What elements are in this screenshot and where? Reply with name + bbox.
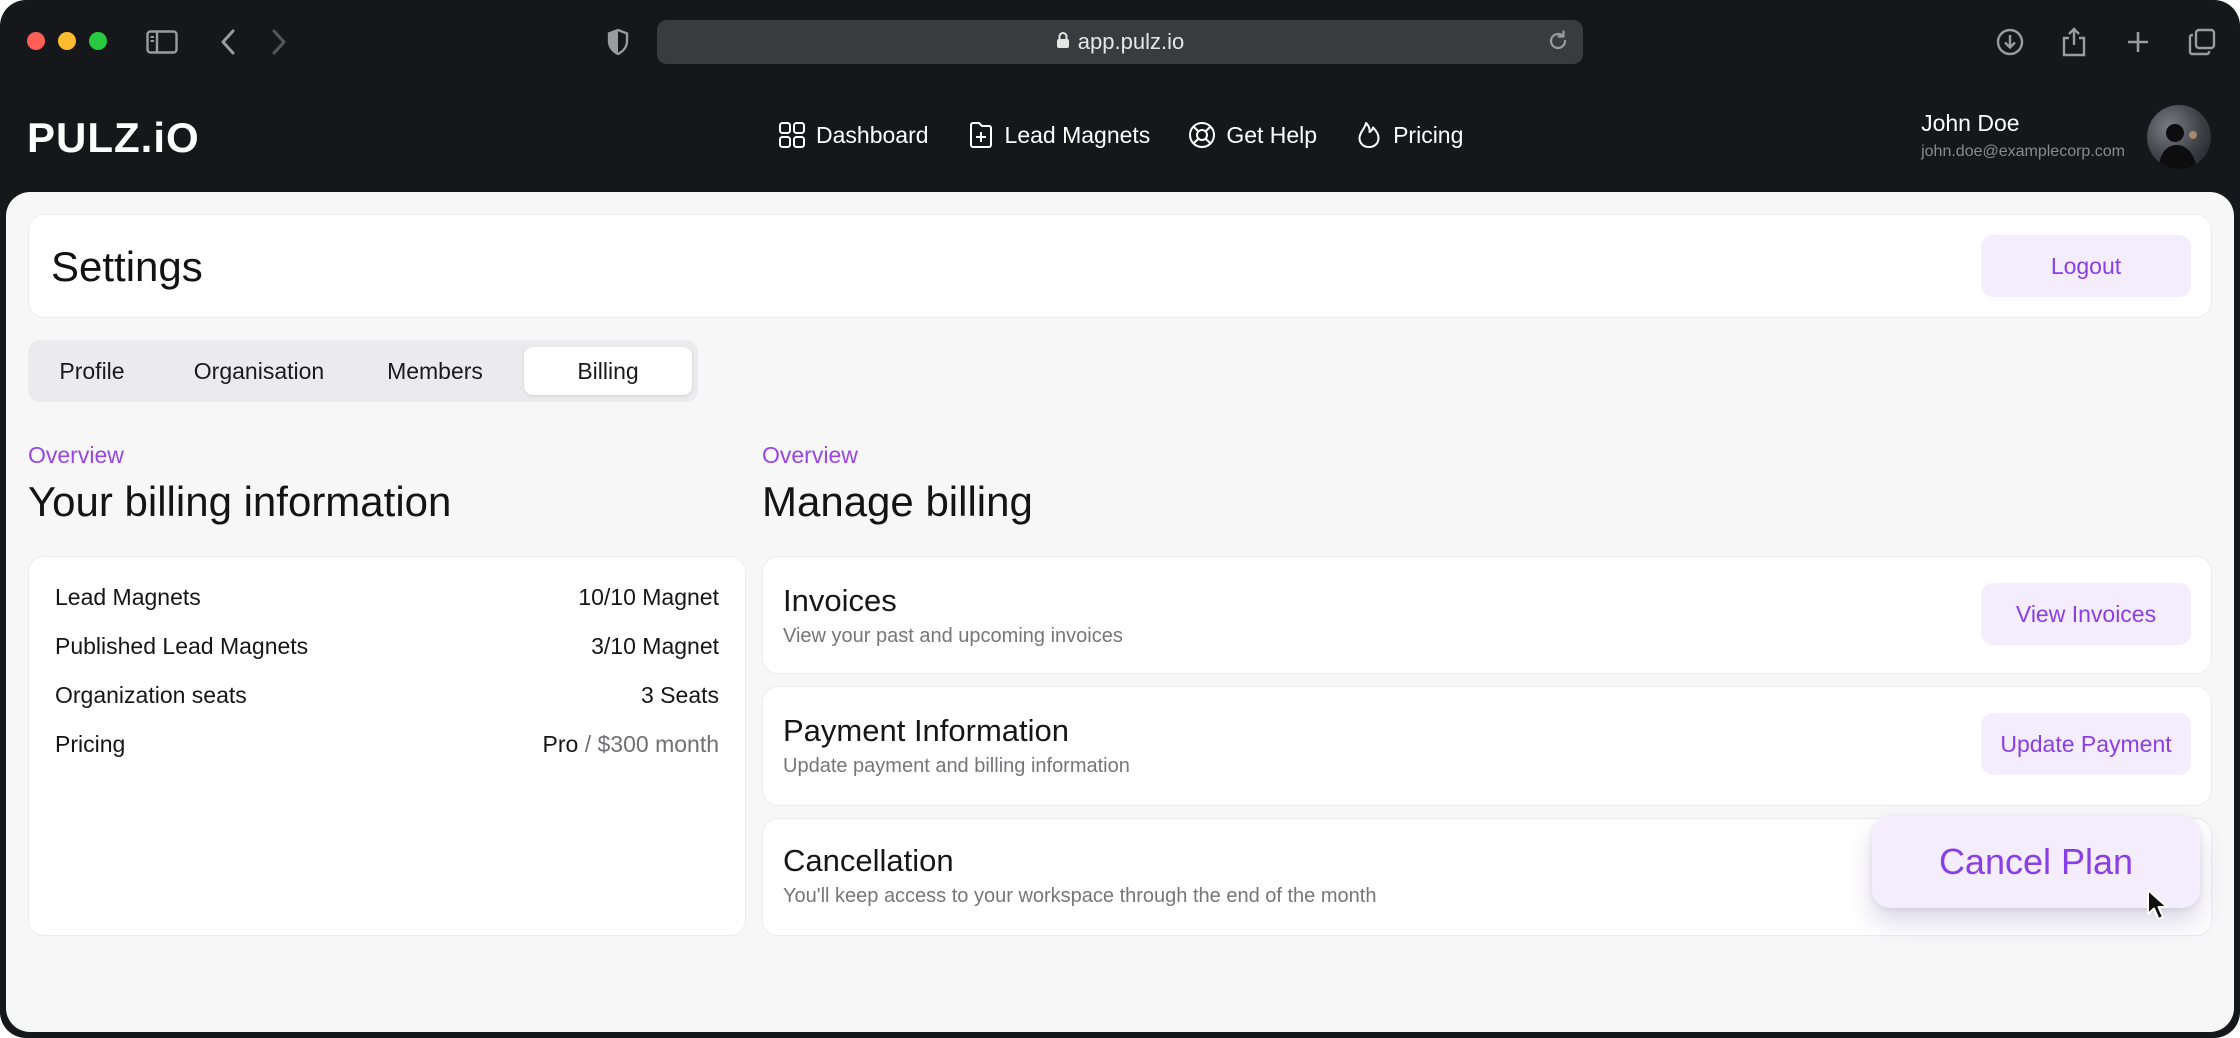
maximize-window-button[interactable] <box>89 32 107 50</box>
payment-information-description: Update payment and billing information <box>783 755 1130 777</box>
billing-row-value: Pro / $300 month <box>543 731 719 758</box>
page-title: Settings <box>51 243 203 290</box>
tab-members[interactable]: Members <box>368 347 502 395</box>
settings-header-card: Settings Logout <box>28 214 2212 318</box>
tab-organisation[interactable]: Organisation <box>180 347 338 395</box>
main-nav: Dashboard Lead Magnets Get Help Pricing <box>778 121 1501 149</box>
billing-row-value: 3/10 Magnet <box>591 632 719 659</box>
nav-lead-magnets-label: Lead Magnets <box>1004 121 1151 148</box>
billing-row-organization-seats: Organization seats 3 Seats <box>55 675 719 715</box>
cancellation-title: Cancellation <box>783 843 954 878</box>
user-name: John Doe <box>1921 110 2020 136</box>
close-window-button[interactable] <box>27 32 45 50</box>
nav-pricing[interactable]: Pricing <box>1355 121 1463 149</box>
download-icon[interactable] <box>1992 24 2028 60</box>
billing-row-label: Pricing <box>55 730 126 757</box>
user-email: john.doe@examplecorp.com <box>1921 143 2125 160</box>
logout-button[interactable]: Logout <box>1981 235 2191 297</box>
manage-billing-eyebrow: Overview <box>762 442 858 468</box>
billing-row-lead-magnets: Lead Magnets 10/10 Magnet <box>55 577 719 617</box>
sidebar-icon[interactable] <box>144 24 180 60</box>
back-icon[interactable] <box>210 24 246 60</box>
logo[interactable]: PULZ.iO <box>27 114 200 162</box>
mouse-cursor-icon <box>2146 888 2172 927</box>
plan-name: Pro <box>542 730 579 757</box>
billing-row-published-lead-magnets: Published Lead Magnets 3/10 Magnet <box>55 626 719 666</box>
user-info[interactable]: John Doe john.doe@examplecorp.com <box>1921 110 2125 161</box>
billing-row-pricing: Pricing Pro / $300 month <box>55 724 719 764</box>
new-tab-icon[interactable] <box>2120 24 2156 60</box>
forward-icon[interactable] <box>261 24 297 60</box>
billing-row-label: Organization seats <box>55 681 247 708</box>
plan-price: / $300 month <box>578 730 719 757</box>
invoices-card: Invoices View your past and upcoming inv… <box>762 556 2212 674</box>
tab-billing[interactable]: Billing <box>524 347 692 395</box>
nav-pricing-label: Pricing <box>1393 121 1464 148</box>
payment-information-card: Payment Information Update payment and b… <box>762 686 2212 806</box>
address-bar[interactable]: app.pulz.io <box>657 20 1583 64</box>
file-plus-icon <box>969 122 992 148</box>
payment-information-title: Payment Information <box>783 713 1070 748</box>
invoices-title: Invoices <box>783 583 897 618</box>
flame-icon <box>1358 122 1380 148</box>
shield-icon[interactable] <box>600 24 636 60</box>
reload-icon[interactable] <box>1547 30 1569 57</box>
nav-dashboard[interactable]: Dashboard <box>778 121 929 149</box>
lifebuoy-icon <box>1189 122 1216 148</box>
billing-info-eyebrow: Overview <box>28 442 124 468</box>
billing-row-label: Published Lead Magnets <box>55 632 309 659</box>
avatar[interactable] <box>2147 105 2211 169</box>
browser-toolbar: app.pulz.io <box>0 0 2240 84</box>
billing-row-value: 10/10 Magnet <box>578 583 719 610</box>
billing-row-value: 3 Seats <box>641 681 719 708</box>
tabs-overview-icon[interactable] <box>2184 24 2220 60</box>
browser-window: app.pulz.io PULZ.iO Dashboard Lead Magne… <box>0 0 2240 1038</box>
billing-info-title: Your billing information <box>28 478 452 525</box>
app-header: PULZ.iO Dashboard Lead Magnets Get Help … <box>0 84 2240 192</box>
nav-lead-magnets[interactable]: Lead Magnets <box>967 121 1151 149</box>
nav-get-help-label: Get Help <box>1226 121 1318 148</box>
settings-tabs: Profile Organisation Members Billing <box>28 340 698 402</box>
billing-info-card: Lead Magnets 10/10 Magnet Published Lead… <box>28 556 746 936</box>
share-icon[interactable] <box>2056 24 2092 60</box>
lock-icon <box>1056 31 1070 54</box>
manage-billing-title: Manage billing <box>762 478 1033 525</box>
tab-profile[interactable]: Profile <box>42 347 142 395</box>
invoices-description: View your past and upcoming invoices <box>783 625 1123 647</box>
update-payment-button[interactable]: Update Payment <box>1981 713 2191 775</box>
nav-get-help[interactable]: Get Help <box>1188 121 1317 149</box>
nav-dashboard-label: Dashboard <box>816 121 929 148</box>
billing-row-label: Lead Magnets <box>55 583 201 610</box>
view-invoices-button[interactable]: View Invoices <box>1981 583 2191 645</box>
url-text: app.pulz.io <box>1077 29 1185 54</box>
grid-icon <box>779 122 805 148</box>
cancellation-description: You'll keep access to your workspace thr… <box>783 885 1377 907</box>
minimize-window-button[interactable] <box>58 32 76 50</box>
